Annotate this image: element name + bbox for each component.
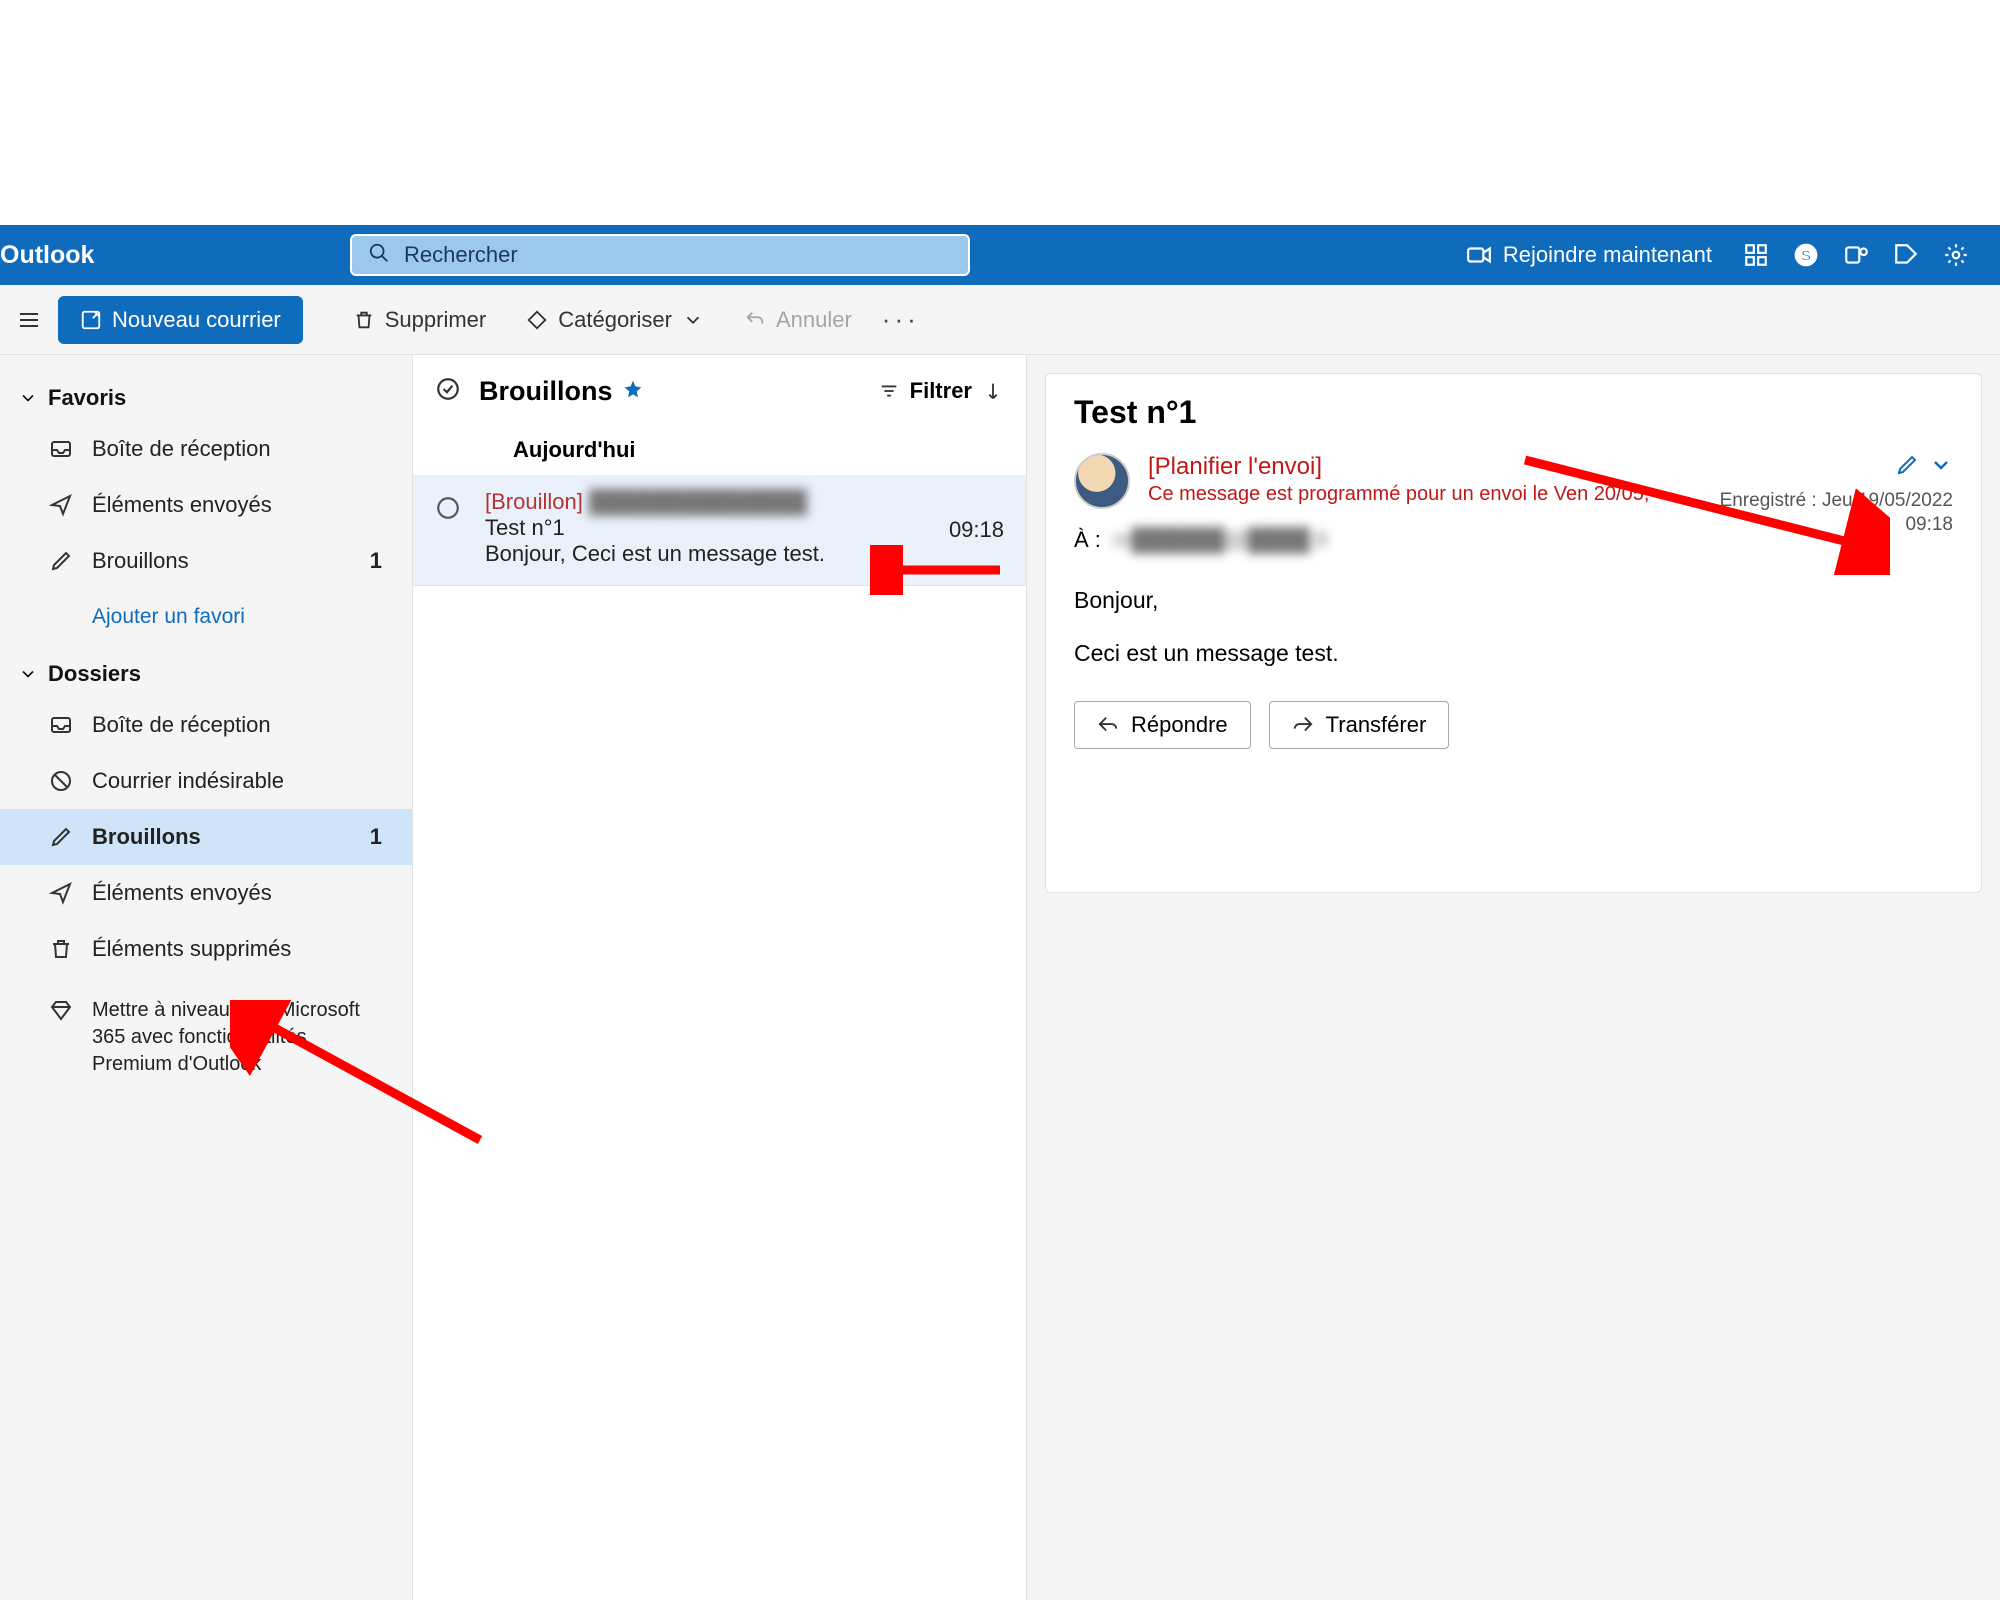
video-icon xyxy=(1465,241,1493,269)
inbox-icon xyxy=(48,712,74,738)
forward-button[interactable]: Transférer xyxy=(1269,701,1450,749)
edit-icon[interactable] xyxy=(1895,453,1919,482)
tag-icon[interactable] xyxy=(1892,241,1942,269)
undo-button[interactable]: Annuler xyxy=(738,296,858,344)
schedule-send-label[interactable]: [Planifier l'envoi] xyxy=(1148,453,1649,481)
add-favorite-link[interactable]: Ajouter un favori xyxy=(0,589,412,645)
teams-icon[interactable] xyxy=(1842,241,1892,269)
folder-junk[interactable]: Courrier indésirable xyxy=(0,753,412,809)
categorize-button[interactable]: Catégoriser xyxy=(520,296,710,344)
delete-button[interactable]: Supprimer xyxy=(347,296,492,344)
schedule-note: Ce message est programmé pour un envoi l… xyxy=(1148,483,1649,506)
chevron-down-icon[interactable] xyxy=(1929,453,1953,482)
settings-icon[interactable] xyxy=(1942,241,1992,269)
hamburger-menu[interactable] xyxy=(10,301,48,339)
chevron-down-icon xyxy=(682,309,704,331)
search-placeholder: Rechercher xyxy=(404,242,518,268)
fav-drafts[interactable]: Brouillons 1 xyxy=(0,533,412,589)
filter-button[interactable]: Filtrer xyxy=(878,378,1004,404)
reply-button[interactable]: Répondre xyxy=(1074,701,1251,749)
junk-icon xyxy=(48,768,74,794)
recipient-masked: ██████████████ xyxy=(589,489,807,515)
meet-now-icon[interactable] xyxy=(1742,241,1792,269)
folders-section[interactable]: Dossiers xyxy=(0,651,412,697)
skype-icon[interactable]: S xyxy=(1792,241,1842,269)
more-actions-button[interactable]: ··· xyxy=(882,304,920,335)
folder-title: Brouillons xyxy=(479,376,613,407)
select-checkbox[interactable] xyxy=(435,489,461,567)
favorite-star-icon[interactable] xyxy=(613,379,643,404)
avatar xyxy=(1074,453,1130,509)
diamond-icon xyxy=(48,997,74,1023)
command-toolbar: Nouveau courrier Supprimer Catégoriser A… xyxy=(0,285,2000,355)
message-subject: Test n°1 xyxy=(1074,394,1953,431)
edit-draft-controls xyxy=(1895,453,1953,482)
svg-text:S: S xyxy=(1801,247,1811,264)
drafts-icon xyxy=(48,824,74,850)
item-subject: Test n°1 xyxy=(485,515,1004,541)
app-header: Outlook Rechercher Rejoindre maintenant … xyxy=(0,225,2000,285)
trash-icon xyxy=(48,936,74,962)
fav-sent[interactable]: Éléments envoyés xyxy=(0,477,412,533)
folder-nav: Favoris Boîte de réception Éléments envo… xyxy=(0,355,413,1600)
draft-tag: [Brouillon] xyxy=(485,489,583,515)
list-header: Brouillons Filtrer xyxy=(413,355,1026,427)
upgrade-premium-link[interactable]: Mettre à niveau vers Microsoft 365 avec … xyxy=(0,977,412,1078)
drafts-icon xyxy=(48,548,74,574)
brand-label: Outlook xyxy=(0,241,340,270)
search-input[interactable]: Rechercher xyxy=(350,234,970,276)
group-header: Aujourd'hui xyxy=(413,427,1026,475)
chevron-down-icon xyxy=(18,388,38,408)
message-list: Brouillons Filtrer Aujourd'hui xyxy=(413,355,1027,1600)
sent-icon xyxy=(48,492,74,518)
saved-timestamp: Enregistré : Jeu 19/05/2022 09:18 xyxy=(1720,489,1953,537)
folder-sent[interactable]: Éléments envoyés xyxy=(0,865,412,921)
item-preview: Bonjour, Ceci est un message test. xyxy=(485,541,1004,567)
search-icon xyxy=(368,242,390,269)
folder-deleted[interactable]: Éléments supprimés xyxy=(0,921,412,977)
new-mail-button[interactable]: Nouveau courrier xyxy=(58,296,303,344)
folder-inbox[interactable]: Boîte de réception xyxy=(0,697,412,753)
folder-drafts[interactable]: Brouillons 1 xyxy=(0,809,412,865)
chevron-down-icon xyxy=(18,664,38,684)
join-meeting-button[interactable]: Rejoindre maintenant xyxy=(1465,241,1712,269)
sort-icon xyxy=(982,380,1004,402)
inbox-icon xyxy=(48,436,74,462)
message-item[interactable]: [Brouillon] ██████████████ Test n°1 Bonj… xyxy=(413,475,1026,586)
message-body: Bonjour, Ceci est un message test. xyxy=(1074,581,1953,673)
item-time: 09:18 xyxy=(949,517,1004,543)
sent-icon xyxy=(48,880,74,906)
select-all-checkbox[interactable] xyxy=(435,376,461,407)
fav-inbox[interactable]: Boîte de réception xyxy=(0,421,412,477)
favorites-section[interactable]: Favoris xyxy=(0,375,412,421)
reading-pane: Test n°1 [Planifier l'envoi] Ce message … xyxy=(1027,355,2000,1600)
